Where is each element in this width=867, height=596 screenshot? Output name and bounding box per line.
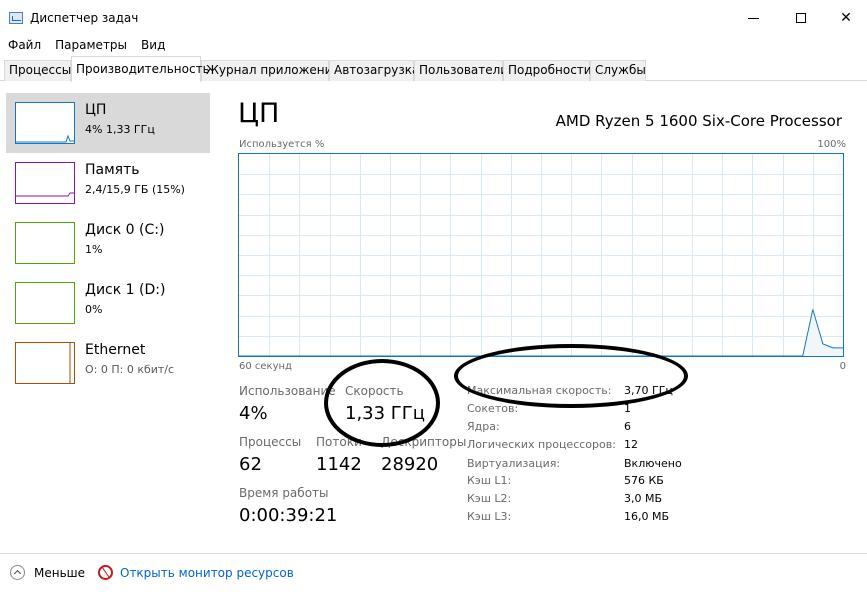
cpu-model: AMD Ryzen 5 1600 Six-Core Processor — [555, 112, 842, 130]
resource-item-ethernet[interactable]: Ethernet О: 0 П: 0 кбит/с — [6, 333, 210, 393]
page-title: ЦП — [238, 98, 280, 129]
task-manager-icon — [9, 12, 23, 24]
title-bar: Диспетчер задач ✕ — [0, 0, 867, 36]
annotation-oval-speed — [324, 359, 440, 447]
minimize-button[interactable] — [730, 0, 776, 36]
graph-x-label: 60 секунд — [239, 361, 292, 372]
resource-sub: 1% — [85, 243, 103, 256]
resource-list: ЦП 4% 1,33 ГГц Память 2,4/15,9 ГБ (15%) … — [0, 82, 218, 542]
spec-cores-label: Ядра: — [467, 420, 500, 433]
minimize-icon — [747, 17, 759, 19]
spec-l1-value: 576 КБ — [624, 474, 664, 487]
resource-name: Диск 0 (C:) — [85, 222, 165, 238]
disk0-thumbnail — [15, 222, 75, 264]
resource-name: Диск 1 (D:) — [85, 282, 166, 298]
spec-virtualization-value: Включено — [624, 457, 682, 470]
spec-l3-value: 16,0 МБ — [624, 510, 670, 523]
cpu-usage-chart — [239, 154, 843, 356]
tab-details[interactable]: Подробности — [503, 60, 592, 81]
spec-virtualization-label: Виртуализация: — [467, 457, 561, 470]
memory-thumbnail-graph — [16, 192, 74, 197]
processes-label: Процессы — [239, 435, 302, 449]
spec-logical-value: 12 — [624, 438, 638, 451]
resource-item-cpu[interactable]: ЦП 4% 1,33 ГГц — [6, 93, 210, 153]
resource-sub: О: 0 П: 0 кбит/с — [85, 363, 175, 376]
maximize-icon — [796, 13, 806, 23]
processes-value: 62 — [239, 454, 262, 475]
resource-item-disk1[interactable]: Диск 1 (D:) 0% — [6, 273, 210, 333]
ethernet-thumbnail — [15, 342, 75, 384]
cpu-thumbnail-graph — [16, 134, 74, 143]
maximize-button[interactable] — [778, 0, 824, 36]
threads-value: 1142 — [316, 454, 362, 475]
resource-name: ЦП — [85, 102, 107, 118]
menu-options[interactable]: Параметры — [48, 36, 134, 56]
close-icon: ✕ — [840, 10, 852, 26]
spec-sockets-label: Сокетов: — [467, 402, 519, 415]
spec-l2-value: 3,0 МБ — [624, 492, 663, 505]
tab-bar: Процессы Производительность Журнал прило… — [0, 56, 867, 82]
resource-item-memory[interactable]: Память 2,4/15,9 ГБ (15%) — [6, 153, 210, 213]
graph-y-max-label: 100% — [817, 139, 846, 150]
uptime-value: 0:00:39:21 — [239, 505, 338, 526]
annotation-oval-max-speed — [454, 344, 688, 408]
tab-processes[interactable]: Процессы — [4, 60, 71, 81]
resource-item-disk0[interactable]: Диск 0 (C:) 1% — [6, 213, 210, 273]
uptime-label: Время работы — [239, 486, 329, 500]
resource-monitor-label: Открыть монитор ресурсов — [120, 565, 294, 580]
tab-startup[interactable]: Автозагрузка — [329, 60, 419, 81]
resource-sub: 0% — [85, 303, 103, 316]
graph-x-min-label: 0 — [839, 361, 846, 372]
fewer-details-label: Меньше — [34, 565, 86, 580]
resource-sub: 2,4/15,9 ГБ (15%) — [85, 183, 185, 196]
resource-sub: 4% 1,33 ГГц — [85, 123, 155, 136]
menu-bar: Файл Параметры Вид — [0, 36, 172, 56]
resource-monitor-icon — [98, 565, 113, 580]
resource-monitor-link[interactable]: Открыть монитор ресурсов — [98, 565, 294, 580]
tab-app-history[interactable]: Журнал приложений — [201, 60, 340, 81]
spec-l3-label: Кэш L3: — [467, 510, 512, 523]
spec-l2-label: Кэш L2: — [467, 492, 512, 505]
resource-name: Память — [85, 162, 140, 178]
usage-value: 4% — [239, 403, 268, 424]
spec-cores-value: 6 — [624, 420, 631, 433]
memory-thumbnail — [15, 162, 75, 204]
chevron-up-icon — [10, 565, 25, 580]
spec-logical-label: Логических процессоров: — [467, 438, 616, 451]
cpu-usage-graph — [238, 153, 844, 357]
tab-users[interactable]: Пользователи — [414, 60, 508, 81]
tab-performance[interactable]: Производительность — [71, 56, 210, 82]
menu-file[interactable]: Файл — [0, 36, 48, 56]
close-button[interactable]: ✕ — [823, 0, 867, 36]
cpu-thumbnail — [15, 102, 75, 144]
spec-l1-label: Кэш L1: — [467, 474, 512, 487]
footer: Меньше Открыть монитор ресурсов — [0, 553, 867, 596]
resource-name: Ethernet — [85, 342, 146, 358]
ethernet-thumbnail-graph — [69, 343, 71, 383]
disk1-thumbnail — [15, 282, 75, 324]
window-title: Диспетчер задач — [30, 11, 139, 25]
tab-services[interactable]: Службы — [590, 60, 646, 81]
usage-label: Использование — [239, 384, 336, 398]
handles-value: 28920 — [381, 454, 439, 475]
fewer-details-button[interactable]: Меньше — [10, 565, 85, 580]
menu-view[interactable]: Вид — [134, 36, 172, 56]
graph-y-label: Используется % — [239, 139, 325, 150]
